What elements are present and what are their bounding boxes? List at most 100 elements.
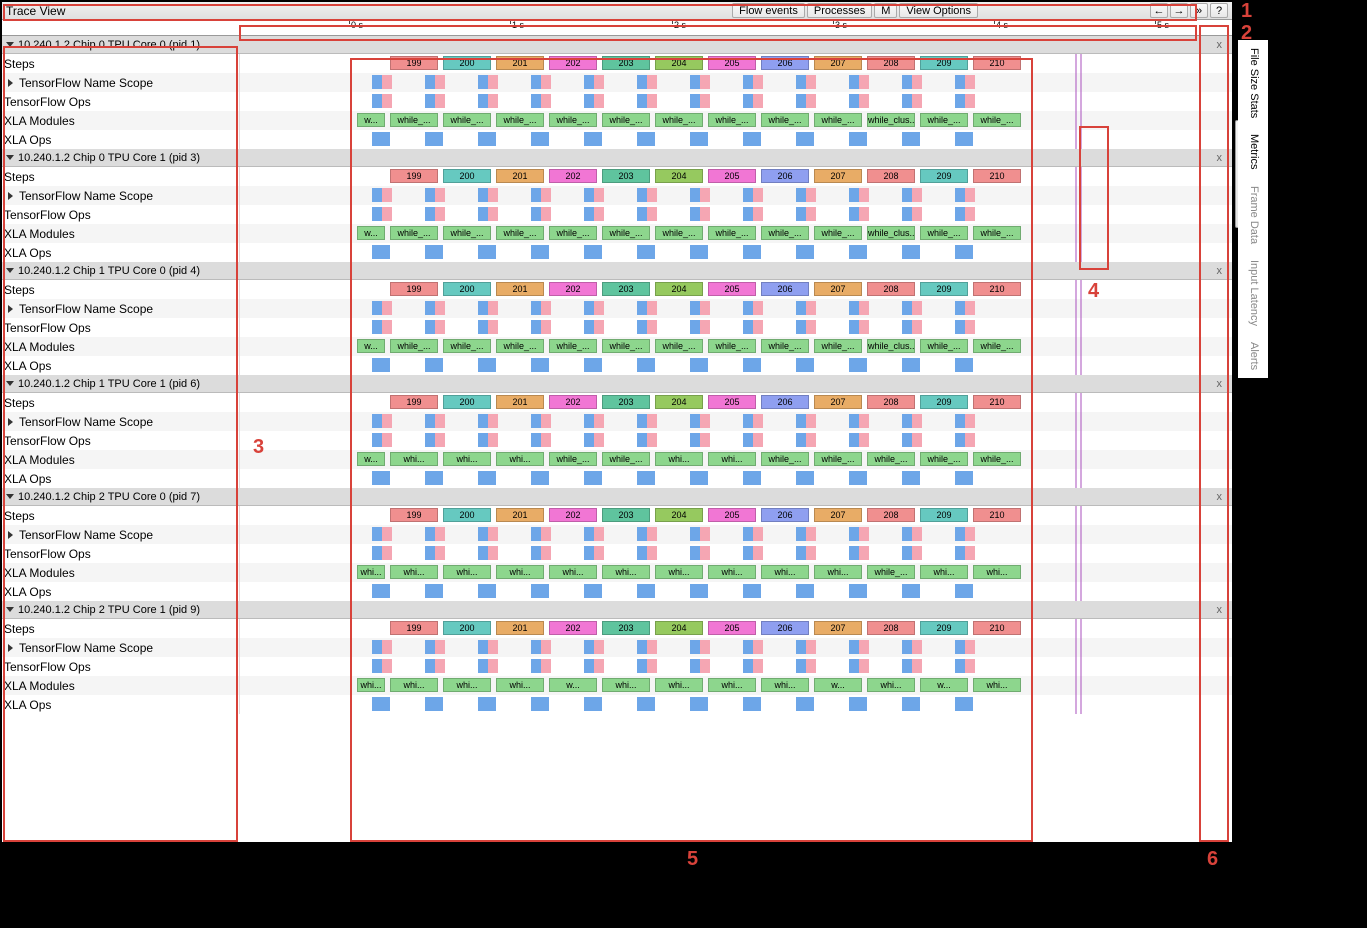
- event-small[interactable]: [637, 640, 647, 654]
- event-small[interactable]: [849, 659, 859, 673]
- step-event[interactable]: 202: [549, 56, 597, 70]
- step-event[interactable]: 200: [443, 56, 491, 70]
- event-small[interactable]: [594, 188, 604, 202]
- xla-module-event[interactable]: while_...: [655, 339, 703, 353]
- event-small[interactable]: [806, 320, 816, 334]
- event-small[interactable]: [541, 301, 551, 315]
- event-small[interactable]: [700, 433, 710, 447]
- event-small[interactable]: [382, 527, 392, 541]
- event-small[interactable]: [743, 640, 753, 654]
- event-small[interactable]: [743, 433, 753, 447]
- xla-op-event[interactable]: [531, 132, 549, 146]
- row-events[interactable]: w...while_...while_...while_...while_...…: [240, 111, 1232, 130]
- event-small[interactable]: [753, 301, 763, 315]
- event-small[interactable]: [955, 75, 965, 89]
- xla-module-event[interactable]: whi...: [357, 565, 385, 579]
- event-small[interactable]: [796, 640, 806, 654]
- xla-op-event[interactable]: [690, 132, 708, 146]
- xla-module-event[interactable]: w...: [357, 339, 385, 353]
- xla-module-event[interactable]: while_...: [814, 226, 862, 240]
- xla-module-event[interactable]: while_...: [973, 113, 1021, 127]
- row-events[interactable]: 199200201202203204205206207208209210: [240, 393, 1232, 412]
- xla-op-event[interactable]: [796, 358, 814, 372]
- event-small[interactable]: [743, 320, 753, 334]
- event-small[interactable]: [435, 414, 445, 428]
- event-small[interactable]: [912, 546, 922, 560]
- xla-op-event[interactable]: [372, 584, 390, 598]
- event-small[interactable]: [912, 433, 922, 447]
- xla-op-event[interactable]: [902, 471, 920, 485]
- event-small[interactable]: [647, 301, 657, 315]
- row-events[interactable]: w...whi...whi...whi...while_...while_...…: [240, 450, 1232, 469]
- xla-module-event[interactable]: whi...: [655, 678, 703, 692]
- step-event[interactable]: 203: [602, 395, 650, 409]
- event-small[interactable]: [955, 320, 965, 334]
- event-small[interactable]: [796, 207, 806, 221]
- row-events[interactable]: [240, 92, 1232, 111]
- event-small[interactable]: [647, 75, 657, 89]
- step-event[interactable]: 201: [496, 169, 544, 183]
- xla-module-event[interactable]: while_...: [867, 565, 915, 579]
- event-small[interactable]: [690, 207, 700, 221]
- step-event[interactable]: 204: [655, 621, 703, 635]
- step-event[interactable]: 209: [920, 56, 968, 70]
- xla-op-event[interactable]: [425, 245, 443, 259]
- event-small[interactable]: [859, 640, 869, 654]
- event-small[interactable]: [690, 640, 700, 654]
- event-small[interactable]: [382, 546, 392, 560]
- event-small[interactable]: [488, 659, 498, 673]
- event-small[interactable]: [637, 433, 647, 447]
- event-small[interactable]: [902, 320, 912, 334]
- xla-module-event[interactable]: while_...: [708, 113, 756, 127]
- step-event[interactable]: 201: [496, 508, 544, 522]
- step-event[interactable]: 203: [602, 282, 650, 296]
- nav-forward-button[interactable]: →: [1170, 3, 1188, 18]
- xla-op-event[interactable]: [849, 471, 867, 485]
- event-small[interactable]: [372, 414, 382, 428]
- flow-events-button[interactable]: Flow events: [732, 3, 805, 18]
- event-small[interactable]: [488, 75, 498, 89]
- xla-module-event[interactable]: while_...: [390, 113, 438, 127]
- step-event[interactable]: 203: [602, 621, 650, 635]
- event-small[interactable]: [594, 207, 604, 221]
- event-small[interactable]: [425, 301, 435, 315]
- event-small[interactable]: [435, 433, 445, 447]
- row-events[interactable]: [240, 657, 1232, 676]
- xla-module-event[interactable]: while_...: [973, 452, 1021, 466]
- xla-op-event[interactable]: [478, 132, 496, 146]
- xla-op-event[interactable]: [743, 245, 761, 259]
- xla-module-event[interactable]: while_...: [920, 339, 968, 353]
- event-small[interactable]: [594, 640, 604, 654]
- xla-op-event[interactable]: [478, 471, 496, 485]
- event-small[interactable]: [425, 659, 435, 673]
- event-small[interactable]: [531, 301, 541, 315]
- xla-module-event[interactable]: while_...: [443, 113, 491, 127]
- step-event[interactable]: 199: [390, 508, 438, 522]
- xla-module-event[interactable]: whi...: [496, 678, 544, 692]
- event-small[interactable]: [488, 640, 498, 654]
- xla-module-event[interactable]: while_...: [867, 452, 915, 466]
- event-small[interactable]: [859, 207, 869, 221]
- event-small[interactable]: [912, 94, 922, 108]
- event-small[interactable]: [955, 301, 965, 315]
- row-events[interactable]: [240, 412, 1232, 431]
- event-small[interactable]: [859, 659, 869, 673]
- xla-module-event[interactable]: while_...: [920, 113, 968, 127]
- event-small[interactable]: [753, 188, 763, 202]
- event-small[interactable]: [849, 433, 859, 447]
- event-small[interactable]: [955, 188, 965, 202]
- step-event[interactable]: 207: [814, 621, 862, 635]
- xla-op-event[interactable]: [372, 358, 390, 372]
- event-small[interactable]: [584, 527, 594, 541]
- event-small[interactable]: [647, 640, 657, 654]
- event-small[interactable]: [849, 207, 859, 221]
- xla-module-event[interactable]: while_...: [549, 226, 597, 240]
- xla-op-event[interactable]: [637, 584, 655, 598]
- xla-module-event[interactable]: whi...: [708, 452, 756, 466]
- xla-op-event[interactable]: [743, 132, 761, 146]
- xla-module-event[interactable]: while_...: [761, 339, 809, 353]
- step-event[interactable]: 199: [390, 169, 438, 183]
- event-small[interactable]: [902, 301, 912, 315]
- event-small[interactable]: [541, 433, 551, 447]
- expand-icon[interactable]: [8, 305, 13, 313]
